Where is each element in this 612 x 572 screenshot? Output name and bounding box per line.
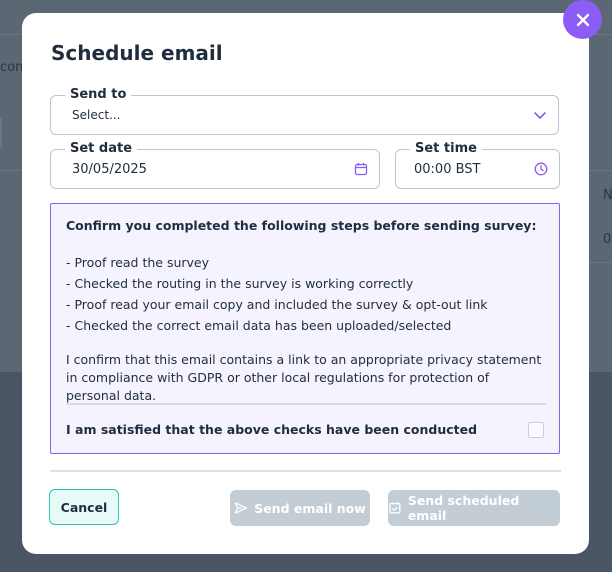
set-time-value: 00:00 BST [414, 161, 481, 177]
send-to-select[interactable]: Send to Select... [50, 86, 559, 135]
background-text: 0 [603, 232, 612, 247]
checklist-item: - Checked the correct email data has bee… [66, 318, 452, 333]
clock-icon[interactable] [533, 161, 549, 177]
background-text: con [0, 60, 24, 75]
background-divider [589, 170, 612, 171]
satisfied-checkbox-label: I am satisfied that the above checks hav… [66, 422, 478, 437]
close-icon [576, 13, 589, 26]
send-to-placeholder: Select... [72, 108, 121, 122]
background-divider [0, 34, 22, 35]
checklist-item: - Checked the routing in the survey is w… [66, 276, 414, 291]
calendar-check-icon [389, 502, 401, 514]
checklist-item: - Proof read the survey [66, 255, 210, 270]
checklist-item: - Proof read your email copy and include… [66, 297, 488, 312]
background-divider [589, 262, 612, 263]
checklist-items: - Proof read the survey - Checked the ro… [66, 252, 488, 336]
send-scheduled-email-button[interactable]: Send scheduled email [388, 490, 560, 526]
pre-send-checklist: Confirm you completed the following step… [50, 203, 560, 454]
checklist-divider [66, 403, 546, 405]
chevron-down-icon [534, 112, 546, 119]
checklist-heading: Confirm you completed the following step… [66, 218, 537, 233]
close-button[interactable] [563, 0, 602, 39]
set-date-value: 30/05/2025 [72, 161, 147, 177]
schedule-email-modal: Schedule email Send to Select... Set dat… [22, 13, 589, 554]
satisfied-checkbox[interactable] [528, 422, 544, 438]
send-email-now-label: Send email now [254, 500, 366, 516]
send-icon [235, 502, 248, 514]
background-divider [0, 170, 22, 171]
send-scheduled-email-label: Send scheduled email [407, 493, 520, 523]
calendar-icon[interactable] [353, 161, 369, 177]
modal-title: Schedule email [51, 41, 223, 65]
send-email-now-button[interactable]: Send email now [230, 490, 370, 526]
privacy-confirmation-text: I confirm that this email contains a lin… [66, 352, 542, 403]
background-text: N [603, 188, 612, 203]
footer-divider [50, 470, 561, 472]
cancel-button[interactable]: Cancel [49, 489, 119, 525]
background-element [0, 118, 2, 148]
set-date-field[interactable]: Set date 30/05/2025 [50, 140, 380, 189]
set-time-field[interactable]: Set time 00:00 BST [395, 140, 560, 189]
